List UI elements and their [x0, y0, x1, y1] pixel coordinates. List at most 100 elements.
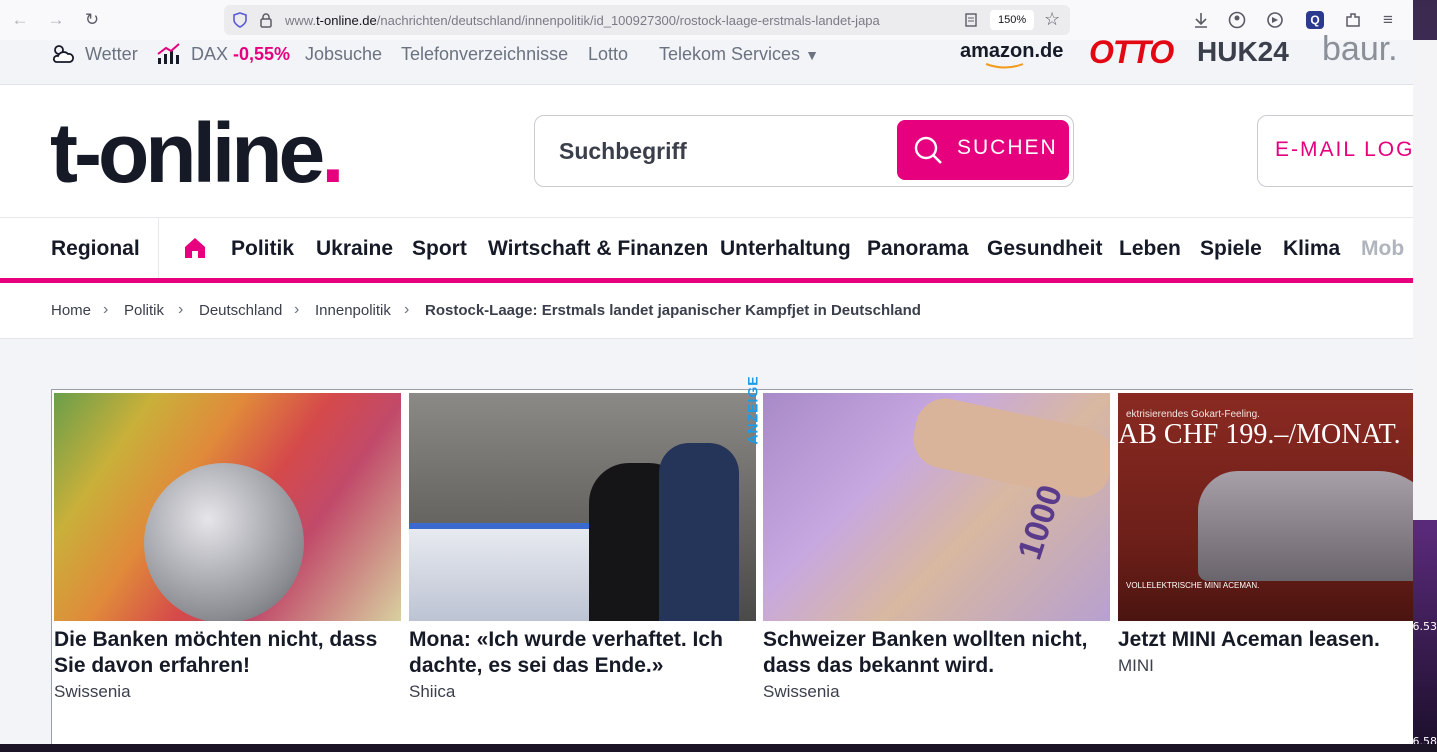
lock-icon[interactable] [259, 12, 273, 28]
ad-title[interactable]: Jetzt MINI Aceman leasen. [1118, 627, 1413, 653]
ad-title[interactable]: Schweizer Banken wollten nicht, dass das… [763, 627, 1110, 679]
bookmark-star-icon[interactable]: ☆ [1044, 9, 1060, 30]
police-car-graphic [409, 523, 609, 621]
nav-item-leben[interactable]: Leben [1119, 237, 1181, 261]
jobsuche-link[interactable]: Jobsuche [305, 44, 382, 65]
mini-sub-text: VOLLELEKTRISCHE MINI ACEMAN. [1126, 581, 1260, 590]
search-input[interactable]: Suchbegriff [559, 138, 687, 165]
search-icon [914, 136, 942, 164]
email-login-label: E-MAIL LOGI [1275, 138, 1413, 161]
nav-item-gesundheit[interactable]: Gesundheit [987, 237, 1103, 261]
nav-divider [158, 218, 159, 279]
main-navigation: Regional Politik Ukraine Sport Wirtschaf… [0, 217, 1413, 279]
desktop-dock-edge [0, 744, 1437, 752]
lotto-link[interactable]: Lotto [588, 44, 628, 65]
email-login-button[interactable]: E-MAIL LOGI [1257, 115, 1413, 187]
reader-view-icon[interactable] [964, 13, 978, 27]
browser-window: ← → ↻ www.t-online.de/nachrichten/deutsc… [0, 0, 1413, 744]
service-strip: Wetter DAX -0,55% Jobsuche Telefonverzei… [0, 30, 1413, 85]
nav-item-klima[interactable]: Klima [1283, 237, 1340, 261]
breadcrumb-politik[interactable]: Politik [124, 302, 164, 319]
back-arrow-icon[interactable]: ← [10, 10, 30, 30]
ad-card[interactable]: 1000 Schweizer Banken wollten nicht, das… [763, 393, 1110, 702]
baur-logo[interactable]: baur. [1322, 30, 1398, 69]
account-icon[interactable] [1228, 11, 1246, 29]
download-icon[interactable] [1192, 11, 1210, 29]
ad-image-police[interactable] [409, 393, 756, 621]
nav-item-panorama[interactable]: Panorama [867, 237, 969, 261]
ad-image-mini[interactable]: ektrisierendes Gokart-Feeling. AB CHF 19… [1118, 393, 1413, 621]
otto-logo[interactable]: OTTO [1089, 34, 1174, 71]
mini-headline: AB CHF 199.–/MONAT. [1118, 419, 1401, 450]
amazon-logo[interactable]: amazon.de [960, 40, 1063, 63]
chevron-right-icon: › [294, 301, 300, 318]
browser-toolbar: ← → ↻ www.t-online.de/nachrichten/deutsc… [0, 0, 1413, 41]
ad-card[interactable]: Mona: «Ich wurde verhaftet. Ich dachte, … [409, 393, 756, 702]
search-form: Suchbegriff SUCHEN [534, 115, 1074, 187]
nav-item-unterhaltung[interactable]: Unterhaltung [720, 237, 851, 261]
zoom-level[interactable]: 150% [990, 10, 1035, 30]
ad-card[interactable]: Die Banken möchten nicht, dass Sie davon… [54, 393, 401, 702]
nav-item-wirtschaft[interactable]: Wirtschaft & Finanzen [488, 237, 708, 261]
breadcrumb-innenpolitik[interactable]: Innenpolitik [315, 302, 391, 319]
breadcrumb-home[interactable]: Home [51, 302, 91, 319]
background-window [1413, 40, 1437, 520]
huk24-logo[interactable]: HUK24 [1197, 36, 1289, 68]
stock-chart-icon[interactable] [156, 42, 182, 66]
q-extension-icon[interactable]: Q [1306, 11, 1324, 29]
hand-graphic [907, 393, 1110, 504]
t-online-logo[interactable]: t-online. [50, 103, 345, 203]
telefonverzeichnisse-link[interactable]: Telefonverzeichnisse [401, 44, 568, 65]
shield-icon[interactable] [232, 12, 248, 28]
amazon-smile-icon [985, 63, 1024, 69]
ad-title[interactable]: Die Banken möchten nicht, dass Sie davon… [54, 627, 401, 679]
nav-item-ukraine[interactable]: Ukraine [316, 237, 393, 261]
ad-image-coin[interactable] [54, 393, 401, 621]
ad-source: Swissenia [54, 682, 131, 701]
coin-graphic [144, 463, 304, 621]
sponsored-ad-block: Die Banken möchten nicht, dass Sie davon… [51, 389, 1413, 744]
nav-item-sport[interactable]: Sport [412, 237, 467, 261]
nav-item-mobilitaet[interactable]: Mob [1361, 237, 1404, 261]
weather-link[interactable]: Wetter [85, 44, 138, 65]
chevron-right-icon: › [404, 301, 410, 318]
officer-figure [659, 443, 739, 621]
logo-text: t-online [50, 106, 325, 200]
home-icon[interactable] [183, 236, 207, 260]
url-bar[interactable]: www.t-online.de/nachrichten/deutschland/… [224, 5, 1070, 35]
weather-icon[interactable] [50, 42, 76, 66]
extension-icon[interactable] [1266, 11, 1284, 29]
banknote-value: 1000 [1010, 480, 1071, 565]
chevron-right-icon: › [178, 301, 184, 318]
forward-arrow-icon[interactable]: → [46, 10, 66, 30]
nav-item-regional[interactable]: Regional [51, 237, 140, 261]
breadcrumb: Home › Politik › Deutschland › Innenpoli… [0, 283, 1413, 339]
menu-icon[interactable]: ≡ [1378, 10, 1398, 30]
nav-item-politik[interactable]: Politik [231, 237, 294, 261]
puzzle-icon[interactable] [1344, 11, 1362, 29]
url-text[interactable]: www.t-online.de/nachrichten/deutschland/… [285, 13, 947, 28]
anzeige-label: ANZEIGE [744, 372, 766, 452]
ad-card[interactable]: ektrisierendes Gokart-Feeling. AB CHF 19… [1118, 393, 1413, 676]
desktop-clock-label: 6.53 [1412, 620, 1437, 633]
chevron-right-icon: › [103, 301, 109, 318]
breadcrumb-current: Rostock-Laage: Erstmals landet japanisch… [425, 302, 921, 319]
telekom-services-dropdown[interactable]: Telekom Services ▼ [659, 44, 819, 65]
ad-title[interactable]: Mona: «Ich wurde verhaftet. Ich dachte, … [409, 627, 756, 679]
dax-link[interactable]: DAX -0,55% [191, 44, 290, 65]
dax-label: DAX [191, 44, 229, 64]
site-header: t-online. Suchbegriff SUCHEN E-MAIL LOGI [0, 85, 1413, 217]
ad-image-banknotes[interactable]: 1000 [763, 393, 1110, 621]
search-button-label: SUCHEN [957, 136, 1058, 159]
ad-source: Shiica [409, 682, 456, 701]
ad-source: Swissenia [763, 682, 840, 701]
reload-icon[interactable]: ↻ [82, 10, 102, 30]
breadcrumb-deutschland[interactable]: Deutschland [199, 302, 282, 319]
chevron-down-icon: ▼ [805, 47, 819, 63]
ad-source: MINI [1118, 656, 1154, 675]
search-button[interactable]: SUCHEN [897, 120, 1069, 180]
nav-item-spiele[interactable]: Spiele [1200, 237, 1262, 261]
logo-dot: . [321, 106, 344, 200]
telekom-services-label: Telekom Services [659, 44, 801, 64]
anzeige-text: ANZEIGE [744, 375, 761, 445]
